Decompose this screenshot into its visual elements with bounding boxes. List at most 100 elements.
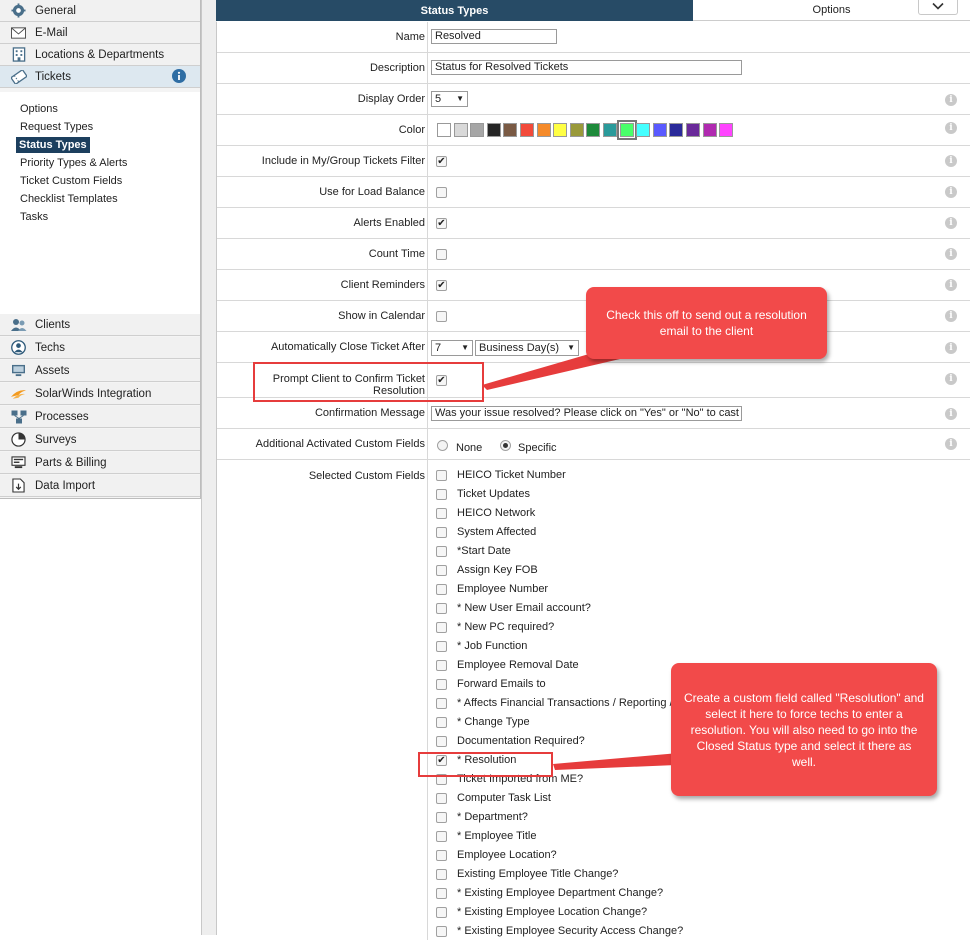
info-icon[interactable]: i	[945, 342, 957, 354]
custom-field-checkbox[interactable]	[436, 831, 447, 842]
content-gutter	[201, 0, 217, 935]
sidebar-item-solarwinds[interactable]: SolarWinds Integration	[0, 383, 200, 405]
alerts-checkbox[interactable]: ✔	[436, 218, 447, 229]
tab-options[interactable]: Options	[693, 0, 970, 21]
custom-field-checkbox[interactable]	[436, 508, 447, 519]
count-time-checkbox[interactable]	[436, 249, 447, 260]
color-swatch[interactable]	[553, 123, 568, 137]
sidebar-item-locations[interactable]: Locations & Departments	[0, 44, 200, 66]
info-icon[interactable]: i	[945, 373, 957, 385]
chevron-down-icon[interactable]	[918, 0, 958, 15]
info-icon[interactable]: i	[945, 155, 957, 167]
sidebar-item-tickets[interactable]: Tickets	[0, 66, 200, 88]
sidebar-item-label: Assets	[35, 364, 70, 377]
info-icon[interactable]: i	[945, 408, 957, 420]
auto-close-unit-select[interactable]: Business Day(s) ▼	[475, 340, 579, 356]
color-swatch[interactable]	[569, 123, 584, 137]
custom-field-checkbox[interactable]	[436, 584, 447, 595]
color-swatch[interactable]	[719, 123, 734, 137]
info-icon[interactable]: i	[945, 438, 957, 450]
color-swatch[interactable]	[503, 123, 518, 137]
info-icon[interactable]: i	[945, 186, 957, 198]
custom-field-checkbox[interactable]	[436, 869, 447, 880]
show-calendar-checkbox[interactable]	[436, 311, 447, 322]
confirmation-message-input[interactable]: Was your issue resolved? Please click on…	[431, 406, 742, 421]
submenu-request-types[interactable]: Request Types	[18, 120, 95, 134]
color-swatch[interactable]	[536, 123, 551, 137]
custom-field-checkbox[interactable]	[436, 812, 447, 823]
custom-field-checkbox[interactable]	[436, 679, 447, 690]
custom-field-checkbox[interactable]	[436, 470, 447, 481]
custom-field-checkbox[interactable]	[436, 907, 447, 918]
tab-status-types[interactable]: Status Types	[216, 0, 693, 21]
callout-resolution-field: Create a custom field called "Resolution…	[671, 663, 937, 796]
sidebar-item-email[interactable]: E-Mail	[0, 22, 200, 44]
custom-field-checkbox[interactable]	[436, 698, 447, 709]
color-swatch[interactable]	[669, 123, 684, 137]
load-balance-checkbox[interactable]	[436, 187, 447, 198]
color-swatch[interactable]	[616, 120, 637, 140]
color-swatch[interactable]	[470, 123, 485, 137]
sidebar-item-clients[interactable]: Clients	[0, 314, 200, 336]
custom-field-checkbox[interactable]	[436, 622, 447, 633]
description-input[interactable]: Status for Resolved Tickets	[431, 60, 742, 75]
sidebar-item-assets[interactable]: Assets	[0, 360, 200, 382]
submenu-options[interactable]: Options	[18, 102, 60, 116]
radio-none[interactable]	[437, 440, 448, 451]
color-swatch[interactable]	[520, 123, 534, 137]
sidebar-item-parts-billing[interactable]: Parts & Billing	[0, 452, 200, 474]
info-icon[interactable]: i	[945, 217, 957, 229]
info-icon[interactable]: i	[945, 248, 957, 260]
custom-field-checkbox[interactable]	[436, 717, 447, 728]
custom-field-checkbox[interactable]	[436, 850, 447, 861]
custom-field-checkbox[interactable]	[436, 546, 447, 557]
sidebar-item-data-import[interactable]: Data Import	[0, 475, 200, 497]
custom-field-label: HEICO Network	[457, 507, 536, 519]
color-swatch[interactable]	[453, 123, 468, 137]
count-time-cell: i	[427, 239, 970, 269]
include-filter-checkbox[interactable]: ✔	[436, 156, 447, 167]
row-count-time: Count Time i	[217, 239, 970, 270]
info-icon[interactable]: i	[945, 122, 957, 134]
color-swatch[interactable]	[603, 123, 617, 137]
custom-field-checkbox[interactable]	[436, 926, 447, 937]
alerts-label: Alerts Enabled	[353, 217, 425, 229]
custom-field-checkbox[interactable]	[436, 641, 447, 652]
submenu-status-types[interactable]: Status Types	[16, 137, 90, 153]
info-icon[interactable]: i	[945, 94, 957, 106]
info-icon[interactable]: i	[945, 279, 957, 291]
custom-field-checkbox[interactable]	[436, 489, 447, 500]
submenu-ticket-custom-fields[interactable]: Ticket Custom Fields	[18, 174, 124, 188]
custom-field-label: * Change Type	[457, 716, 530, 728]
sidebar-item-general[interactable]: General	[0, 0, 200, 22]
custom-field-checkbox[interactable]	[436, 527, 447, 538]
submenu-priority-types[interactable]: Priority Types & Alerts	[18, 156, 129, 170]
sidebar-item-processes[interactable]: Processes	[0, 406, 200, 428]
custom-field-checkbox[interactable]	[436, 603, 447, 614]
sidebar-item-techs[interactable]: Techs	[0, 337, 200, 359]
color-swatch[interactable]	[686, 123, 700, 137]
color-swatch[interactable]	[437, 123, 451, 137]
submenu-checklist-templates[interactable]: Checklist Templates	[18, 192, 120, 206]
custom-field-checkbox[interactable]	[436, 660, 447, 671]
submenu-tasks[interactable]: Tasks	[18, 210, 50, 224]
custom-field-checkbox[interactable]	[436, 565, 447, 576]
info-icon[interactable]	[172, 69, 186, 86]
color-swatch[interactable]	[636, 123, 651, 137]
solarwinds-icon	[10, 385, 27, 402]
color-swatch[interactable]	[652, 123, 667, 137]
info-icon[interactable]: i	[945, 310, 957, 322]
display-order-select[interactable]: 5 ▼	[431, 91, 468, 107]
client-reminders-checkbox[interactable]: ✔	[436, 280, 447, 291]
name-input[interactable]: Resolved	[431, 29, 557, 44]
auto-close-count-select[interactable]: 7 ▼	[431, 340, 473, 356]
color-swatch[interactable]	[702, 123, 717, 137]
custom-field-checkbox[interactable]	[436, 736, 447, 747]
color-cell: i	[427, 115, 970, 145]
custom-field-checkbox[interactable]	[436, 888, 447, 899]
custom-field-checkbox[interactable]	[436, 793, 447, 804]
sidebar-item-surveys[interactable]: Surveys	[0, 429, 200, 451]
color-swatch[interactable]	[486, 123, 501, 137]
radio-specific[interactable]	[500, 440, 511, 451]
color-swatch[interactable]	[586, 123, 601, 137]
